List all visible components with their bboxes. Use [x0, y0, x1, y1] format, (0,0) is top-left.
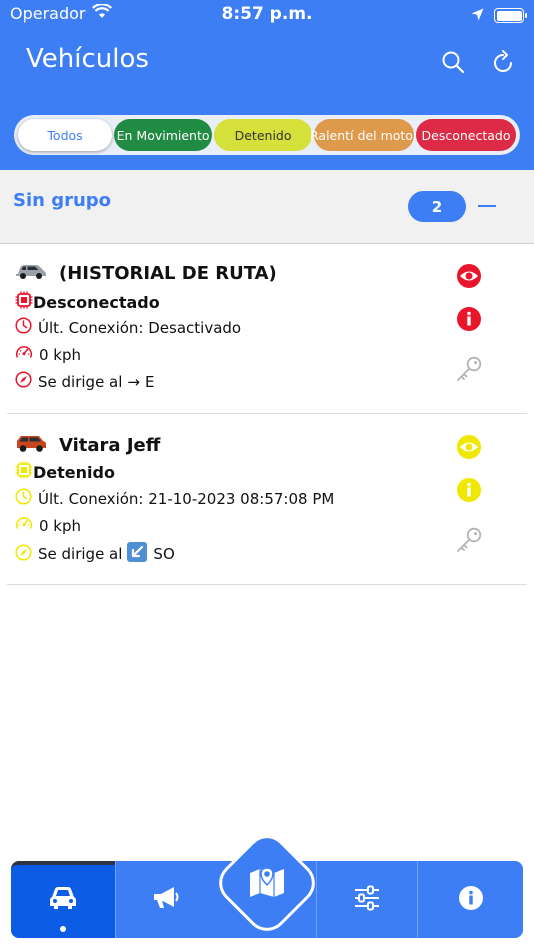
vehicle-card[interactable]: (HISTORIAL DE RUTA) Desconectado Últ. Co…	[7, 244, 527, 414]
car-icon	[49, 885, 77, 915]
filter-detenido[interactable]: Detenido	[214, 119, 313, 151]
info-icon[interactable]	[455, 476, 483, 504]
speed-text: 0 kph	[39, 345, 82, 364]
location-arrow-icon	[471, 6, 484, 25]
nav-item-vehicles[interactable]	[11, 861, 115, 938]
refresh-icon[interactable]	[491, 50, 517, 76]
filter-ralenti[interactable]: Ralentí del motor	[310, 119, 418, 151]
app-header: Operador 8:57 p.m. Vehículos Todos En Mo…	[0, 0, 534, 170]
status-time: 8:57 p.m.	[221, 4, 313, 24]
vehicle-status: Detenido	[33, 462, 115, 482]
vehicle-name: (HISTORIAL DE RUTA)	[59, 262, 277, 284]
heading-arrow: →	[127, 372, 140, 391]
active-indicator-dot	[60, 926, 66, 932]
status-filter-bar: Todos En Movimiento Detenido Ralentí del…	[14, 115, 520, 155]
map-icon	[248, 865, 286, 901]
status-right	[471, 6, 527, 25]
car-icon	[15, 262, 47, 284]
heading-row: Se dirige al → E	[15, 371, 154, 392]
info-icon[interactable]	[455, 305, 483, 333]
vehicle-name: Vitara Jeff	[59, 434, 161, 456]
nav-item-info[interactable]	[418, 861, 523, 938]
filter-desconectado[interactable]: Desconectado	[416, 119, 516, 151]
filter-todos[interactable]: Todos	[18, 119, 113, 151]
heading-prefix: Se dirige al	[38, 372, 123, 391]
nav-item-alerts[interactable]	[116, 861, 216, 938]
vehicle-card[interactable]: Vitara Jeff Detenido Últ. Conexión: 21-1…	[7, 415, 527, 585]
clock-icon	[15, 488, 32, 509]
car-icon	[15, 433, 47, 457]
vehicle-status-row: Detenido	[15, 461, 115, 483]
vehicle-status: Desconectado	[33, 292, 160, 312]
group-title: Sin grupo	[13, 190, 112, 211]
nav-item-settings[interactable]	[317, 861, 417, 938]
speedometer-icon	[15, 344, 33, 365]
map-icon-wrap	[220, 836, 314, 930]
battery-icon	[494, 8, 527, 23]
last-connection-row: Últ. Conexión: 21-10-2023 08:57:08 PM	[15, 488, 334, 509]
eye-icon[interactable]	[455, 262, 483, 290]
vehicle-name-row: Vitara Jeff	[15, 433, 160, 457]
group-count-badge: 2	[408, 191, 466, 222]
collapse-icon[interactable]	[478, 205, 496, 207]
last-connection-row: Últ. Conexión: Desactivado	[15, 317, 241, 338]
vehicle-status-row: Desconectado	[15, 291, 160, 313]
last-connection-text: Últ. Conexión: Desactivado	[38, 318, 242, 337]
speedometer-icon	[15, 515, 33, 536]
clock-icon	[15, 317, 32, 338]
heading-direction: SO	[153, 545, 175, 563]
search-icon[interactable]	[441, 50, 467, 76]
speed-text: 0 kph	[39, 516, 82, 535]
nav-item-map[interactable]	[214, 830, 320, 936]
key-icon[interactable]	[455, 526, 483, 554]
compass-icon	[15, 371, 32, 392]
last-connection-text: Últ. Conexión: 21-10-2023 08:57:08 PM	[38, 489, 335, 508]
chip-icon	[15, 461, 33, 483]
speed-row: 0 kph	[15, 515, 81, 536]
info-icon	[458, 885, 484, 915]
arrow-down-left-icon	[127, 542, 148, 566]
key-icon[interactable]	[455, 355, 483, 383]
compass-icon	[15, 543, 32, 565]
heading-prefix: Se dirige al	[38, 545, 123, 563]
heading-direction: E	[145, 372, 155, 391]
chip-icon	[15, 291, 33, 313]
page-title: Vehículos	[26, 44, 149, 74]
sliders-icon	[353, 885, 381, 915]
status-bar: Operador 8:57 p.m.	[0, 0, 534, 30]
heading-row: Se dirige al SO	[15, 542, 175, 566]
filter-en-movimiento[interactable]: En Movimiento	[114, 119, 213, 151]
speed-row: 0 kph	[15, 344, 81, 365]
vehicle-name-row: (HISTORIAL DE RUTA)	[15, 262, 277, 284]
eye-icon[interactable]	[455, 433, 483, 461]
megaphone-icon	[152, 886, 180, 914]
group-header[interactable]: Sin grupo 2	[0, 170, 534, 244]
